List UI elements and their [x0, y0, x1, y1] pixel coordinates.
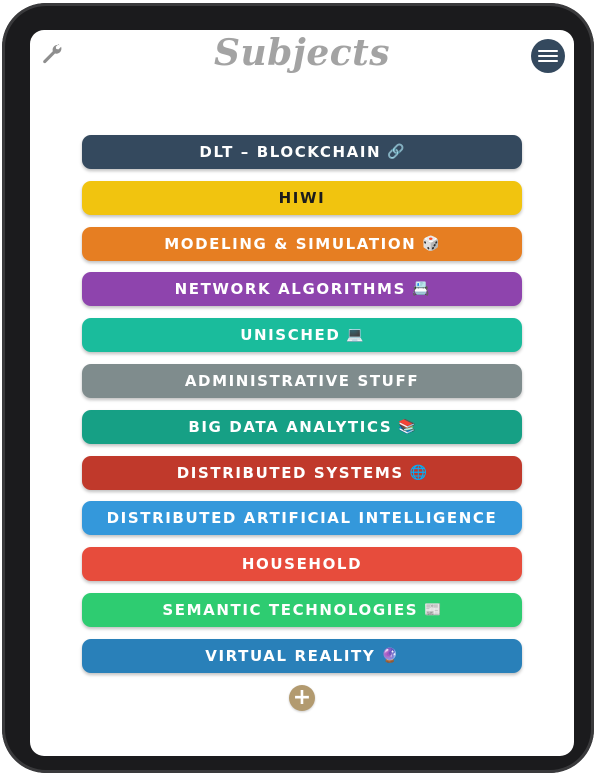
subject-button-distributed-ai[interactable]: DISTRIBUTED ARTIFICIAL INTELLIGENCE: [82, 501, 522, 536]
subject-button-modeling-simulation[interactable]: MODELING & SIMULATION 🎲: [82, 226, 522, 261]
link-icon: 🔗: [387, 144, 405, 160]
menu-line: [538, 50, 558, 52]
subject-button-administrative-stuff[interactable]: ADMINISTRATIVE STUFF: [82, 363, 522, 398]
subject-button-household[interactable]: HOUSEHOLD: [82, 547, 522, 582]
subject-button-network-algorithms[interactable]: NETWORK ALGORITHMS 📇: [82, 272, 522, 307]
subject-label: HIWI: [278, 188, 326, 207]
subject-label: ADMINISTRATIVE STUFF: [184, 371, 420, 390]
hamburger-menu-icon[interactable]: [531, 39, 565, 73]
subject-button-big-data-analytics[interactable]: BIG DATA ANALYTICS 📚: [82, 409, 522, 444]
subject-label: DISTRIBUTED ARTIFICIAL INTELLIGENCE: [106, 509, 498, 528]
crystal-ball-icon: 🔮: [381, 647, 399, 664]
subject-label: DLT – BLOCKCHAIN: [199, 143, 382, 161]
subject-label: BIG DATA ANALYTICS: [188, 417, 393, 436]
add-subject-button[interactable]: +: [289, 685, 315, 711]
subject-button-virtual-reality[interactable]: VIRTUAL REALITY 🔮: [82, 638, 522, 673]
subject-button-distributed-systems[interactable]: DISTRIBUTED SYSTEMS 🌐: [82, 455, 522, 490]
globe-icon: 🌐: [409, 464, 428, 481]
subject-label: HOUSEHOLD: [241, 555, 363, 574]
books-icon: 📚: [398, 418, 416, 435]
subject-label: NETWORK ALGORITHMS: [174, 280, 406, 299]
subject-button-dlt-blockchain[interactable]: DLT – BLOCKCHAIN 🔗: [82, 135, 522, 169]
tablet-frame: Subjects DLT – BLOCKCHAIN 🔗 HIWI MODELING…: [2, 3, 594, 773]
subject-label: UNISCHED: [240, 326, 341, 345]
subject-button-semantic-technologies[interactable]: SEMANTIC TECHNOLOGIES 📰: [82, 592, 522, 627]
subject-list: DLT – BLOCKCHAIN 🔗 HIWI MODELING & SIMULA…: [82, 135, 522, 685]
menu-line: [538, 60, 558, 62]
menu-line: [538, 55, 558, 57]
page-title: Subjects: [213, 32, 391, 74]
newspaper-icon: 📰: [424, 601, 442, 618]
subject-label: VIRTUAL REALITY: [205, 646, 376, 665]
subject-button-unisched[interactable]: UNISCHED 💻: [82, 318, 522, 353]
subject-button-hiwi[interactable]: HIWI: [82, 180, 522, 215]
dice-icon: 🎲: [422, 235, 440, 252]
subject-label: SEMANTIC TECHNOLOGIES: [162, 600, 419, 619]
subject-label: MODELING & SIMULATION: [164, 234, 417, 253]
laptop-icon: 💻: [346, 327, 364, 344]
app-screen: Subjects DLT – BLOCKCHAIN 🔗 HIWI MODELING…: [30, 30, 574, 756]
subject-label: DISTRIBUTED SYSTEMS: [176, 463, 404, 482]
card-index-icon: 📇: [411, 281, 430, 298]
